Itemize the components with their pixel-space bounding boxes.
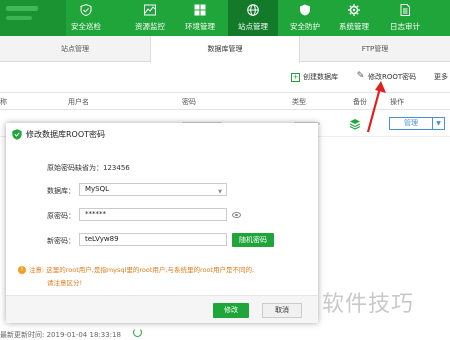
nav-item-label: 安全巡检 <box>71 22 101 31</box>
globe-icon <box>247 4 259 16</box>
old-password-label: 原密码： <box>47 212 75 220</box>
nav-item-label: 日志审计 <box>390 22 420 31</box>
modify-root-password-dialog: 修改数据库ROOT密码 原始密码缺省为：123456 数据库： MySQL ▼ … <box>6 123 318 323</box>
database-label: 数据库： <box>47 187 75 195</box>
nav-item-resource-monitor[interactable]: 资源监控 <box>130 0 170 36</box>
tab-bar: 站点管理 数据库管理 FTP管理 <box>0 36 450 63</box>
col-header-username: 用户名 <box>68 98 89 106</box>
chevron-down-icon: ▼ <box>218 189 222 195</box>
shield-icon <box>300 4 310 16</box>
top-nav-bar: 安全巡检 资源监控 环境管理 站点管理 安全防护 系统管理 日志审计 <box>0 0 450 36</box>
more-button[interactable]: 更多 <box>434 70 448 84</box>
tab-database-management[interactable]: 数据库管理 <box>150 36 300 63</box>
nav-item-security-check[interactable]: 安全巡检 <box>66 0 106 36</box>
notice-line-1: 注意: 这里的root用户,是指mysql里的root用户,与系统里的root用… <box>29 266 255 274</box>
col-header-actions: 操作 <box>390 98 404 106</box>
shield-logo-icon <box>12 129 22 140</box>
nav-item-label: 资源监控 <box>135 22 165 31</box>
warning-icon: ! <box>18 266 26 274</box>
nav-item-security-protection[interactable]: 安全防护 <box>284 0 326 36</box>
blurred-brand-subtext <box>6 16 32 20</box>
database-select[interactable]: MySQL ▼ <box>79 183 227 196</box>
watermark-text: 软件技巧 <box>322 292 415 317</box>
last-update-time: 最新更新时间: 2019-01-04 18:33:18 <box>0 331 121 339</box>
default-password-hint: 原始密码缺省为：123456 <box>47 164 130 172</box>
nav-item-label: 环境管理 <box>185 22 215 31</box>
old-password-input[interactable]: ****** <box>79 208 227 221</box>
manage-dropdown-caret[interactable]: ▼ <box>433 117 445 130</box>
col-header-password: 密码 <box>182 98 196 106</box>
gear-icon <box>348 4 360 16</box>
nav-item-site-management[interactable]: 站点管理 <box>228 0 278 36</box>
tab-site-management[interactable]: 站点管理 <box>0 36 150 62</box>
shield-check-icon <box>80 4 92 16</box>
cancel-button[interactable]: 取消 <box>262 303 302 318</box>
col-header-name: 称 <box>0 98 7 106</box>
create-database-label: 创建数据库 <box>303 73 338 81</box>
random-password-button[interactable]: 随机密码 <box>232 233 274 247</box>
tab-ftp-management[interactable]: FTP管理 <box>300 36 450 62</box>
new-password-input[interactable]: teLVyw89 <box>79 233 227 246</box>
page: { "nav": { "items": [ {"label": "安全巡检", … <box>0 0 450 340</box>
col-header-type: 类型 <box>292 98 306 106</box>
nav-item-log-audit[interactable]: 日志审计 <box>384 0 426 36</box>
database-select-value: MySQL <box>85 185 110 193</box>
dialog-header: 修改数据库ROOT密码 <box>6 123 318 145</box>
blurred-brand-text <box>6 6 38 11</box>
grid-icon <box>194 4 206 16</box>
dialog-footer: 修改 取消 <box>6 295 318 323</box>
nav-item-system-management[interactable]: 系统管理 <box>333 0 375 36</box>
notice-line-2: 请注意区分! <box>47 279 83 287</box>
monitor-icon <box>144 4 156 16</box>
nav-item-label: 系统管理 <box>339 22 369 31</box>
refresh-icon[interactable] <box>133 328 142 337</box>
new-password-label: 新密码： <box>47 237 75 245</box>
root-user-notice: ! 注意: 这里的root用户,是指mysql里的root用户,与系统里的root… <box>18 264 308 290</box>
eye-icon[interactable] <box>232 212 241 218</box>
manage-button[interactable]: 管理 <box>389 117 433 130</box>
nav-item-env-management[interactable]: 环境管理 <box>180 0 220 36</box>
nav-item-label: 安全防护 <box>290 22 320 31</box>
annotation-arrow <box>366 81 386 133</box>
nav-item-label: 站点管理 <box>238 22 268 31</box>
document-icon <box>400 4 410 16</box>
dialog-title: 修改数据库ROOT密码 <box>26 130 106 139</box>
create-database-button[interactable]: + 创建数据库 <box>291 70 338 84</box>
brand-area <box>0 0 66 36</box>
confirm-modify-button[interactable]: 修改 <box>213 303 249 318</box>
plus-icon: + <box>291 72 300 82</box>
